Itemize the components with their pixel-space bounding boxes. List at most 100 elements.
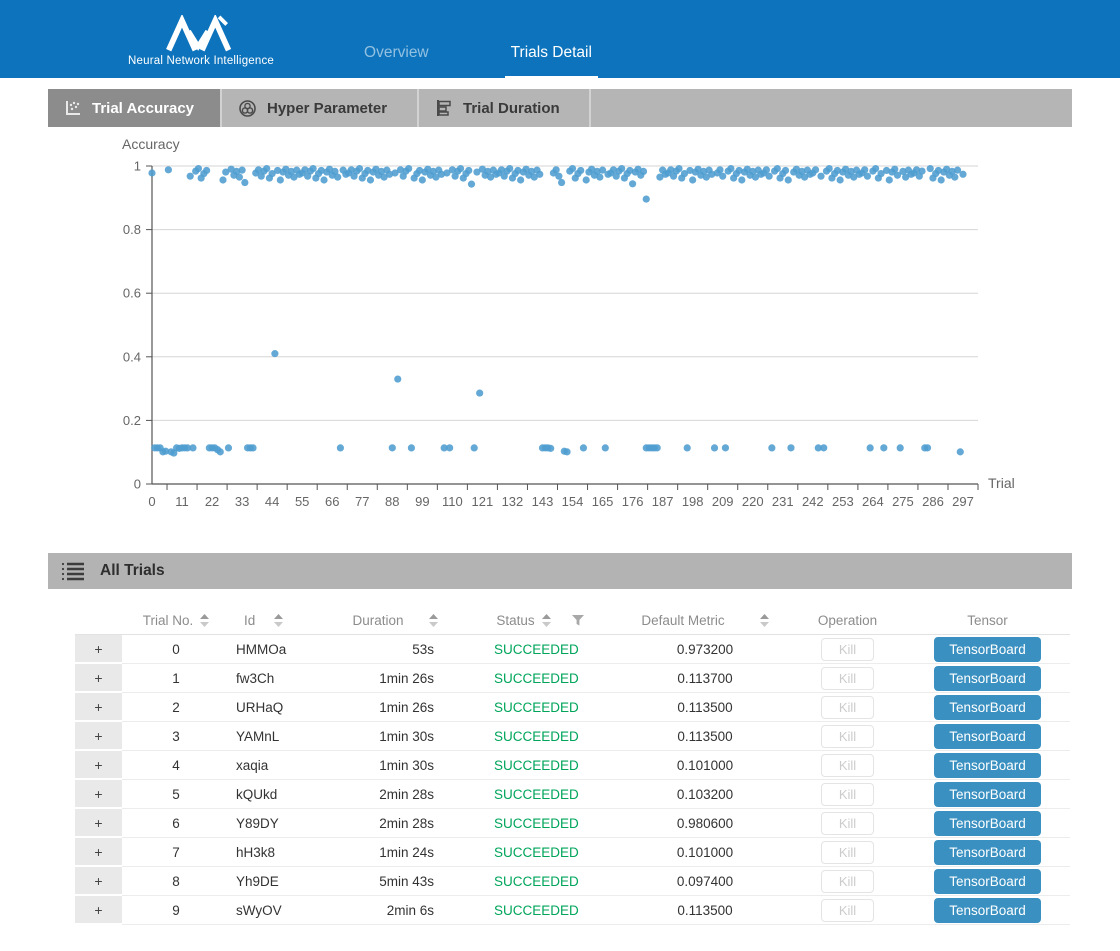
trial-no-cell: 6: [122, 809, 230, 838]
sort-icon[interactable]: [542, 614, 551, 627]
tab-trial-duration[interactable]: Trial Duration: [419, 89, 591, 127]
svg-text:88: 88: [385, 494, 399, 509]
svg-text:Accuracy: Accuracy: [122, 136, 180, 152]
tab-trial-accuracy-label: Trial Accuracy: [92, 100, 194, 117]
tensorboard-button[interactable]: TensorBoard: [934, 782, 1041, 807]
kill-button[interactable]: Kill: [821, 783, 874, 806]
expand-row-button[interactable]: +: [75, 838, 122, 865]
expand-row-button[interactable]: +: [75, 780, 122, 807]
col-duration: Duration: [330, 613, 460, 628]
tensor-cell: TensorBoard: [905, 867, 1070, 896]
col-status: Status: [460, 613, 620, 628]
tensorboard-button[interactable]: TensorBoard: [934, 666, 1041, 691]
default-metric-cell: 0.113700: [620, 664, 790, 693]
svg-text:55: 55: [295, 494, 309, 509]
svg-text:275: 275: [892, 494, 914, 509]
expand-row-button[interactable]: +: [75, 635, 122, 662]
kill-button[interactable]: Kill: [821, 696, 874, 719]
svg-text:253: 253: [832, 494, 854, 509]
svg-text:143: 143: [532, 494, 554, 509]
tensor-cell: TensorBoard: [905, 809, 1070, 838]
tensorboard-button[interactable]: TensorBoard: [934, 753, 1041, 778]
tensor-cell: TensorBoard: [905, 780, 1070, 809]
svg-text:121: 121: [472, 494, 494, 509]
expand-cell: +: [75, 838, 122, 867]
tensorboard-button[interactable]: TensorBoard: [934, 637, 1041, 662]
kill-button[interactable]: Kill: [821, 812, 874, 835]
filter-icon[interactable]: [572, 615, 584, 626]
svg-text:176: 176: [622, 494, 644, 509]
svg-text:264: 264: [862, 494, 884, 509]
tensor-cell: TensorBoard: [905, 664, 1070, 693]
list-icon: [60, 560, 86, 582]
kill-button[interactable]: Kill: [821, 754, 874, 777]
expand-cell: +: [75, 722, 122, 751]
default-metric-cell: 0.113500: [620, 896, 790, 925]
trial-no-cell: 0: [122, 635, 230, 664]
expand-cell: +: [75, 809, 122, 838]
table-row: + 6 Y89DY 2min 28s SUCCEEDED 0.980600 Ki…: [75, 809, 1070, 838]
sort-icon[interactable]: [274, 614, 283, 627]
svg-text:66: 66: [325, 494, 339, 509]
expand-row-button[interactable]: +: [75, 751, 122, 778]
svg-text:187: 187: [652, 494, 674, 509]
svg-text:220: 220: [742, 494, 764, 509]
tensorboard-button[interactable]: TensorBoard: [934, 898, 1041, 923]
trial-id-cell: xaqia: [230, 751, 330, 780]
trial-no-cell: 3: [122, 722, 230, 751]
default-metric-cell: 0.113500: [620, 693, 790, 722]
trial-accuracy-chart: 00.20.40.60.8101122334455667788991101211…: [48, 129, 1072, 537]
table-row: + 5 kQUkd 2min 28s SUCCEEDED 0.103200 Ki…: [75, 780, 1070, 809]
sort-icon[interactable]: [200, 614, 209, 627]
trials-table-body: + 0 HMMOa 53s SUCCEEDED 0.973200 Kill Te…: [75, 635, 1070, 925]
svg-text:0: 0: [134, 477, 141, 492]
tab-hyper-parameter[interactable]: Hyper Parameter: [222, 89, 419, 127]
svg-text:0: 0: [148, 494, 155, 509]
expand-row-button[interactable]: +: [75, 867, 122, 894]
table-row: + 1 fw3Ch 1min 26s SUCCEEDED 0.113700 Ki…: [75, 664, 1070, 693]
status-badge: SUCCEEDED: [460, 838, 620, 867]
duration-cell: 2min 6s: [330, 896, 460, 925]
sort-icon[interactable]: [429, 614, 438, 627]
tensorboard-button[interactable]: TensorBoard: [934, 724, 1041, 749]
kill-button[interactable]: Kill: [821, 725, 874, 748]
expand-row-button[interactable]: +: [75, 896, 122, 923]
svg-text:0.6: 0.6: [123, 286, 141, 301]
svg-text:110: 110: [442, 494, 463, 509]
expand-row-button[interactable]: +: [75, 722, 122, 749]
kill-button[interactable]: Kill: [821, 841, 874, 864]
expand-row-button[interactable]: +: [75, 809, 122, 836]
tensorboard-button[interactable]: TensorBoard: [934, 840, 1041, 865]
status-badge: SUCCEEDED: [460, 809, 620, 838]
kill-button[interactable]: Kill: [821, 667, 874, 690]
status-badge: SUCCEEDED: [460, 635, 620, 664]
trials-table: Trial No. Id Duration Status Default Met…: [75, 607, 1070, 925]
nav-trials-detail[interactable]: Trials Detail: [505, 44, 598, 78]
expand-row-button[interactable]: +: [75, 693, 122, 720]
table-row: + 9 sWyOV 2min 6s SUCCEEDED 0.113500 Kil…: [75, 896, 1070, 925]
trial-id-cell: YAMnL: [230, 722, 330, 751]
kill-button[interactable]: Kill: [821, 638, 874, 661]
tensorboard-button[interactable]: TensorBoard: [934, 869, 1041, 894]
tensorboard-button[interactable]: TensorBoard: [934, 695, 1041, 720]
operation-cell: Kill: [790, 896, 905, 925]
nav-overview[interactable]: Overview: [364, 44, 429, 78]
expand-cell: +: [75, 693, 122, 722]
kill-button[interactable]: Kill: [821, 899, 874, 922]
all-trials-header: All Trials: [48, 553, 1072, 589]
status-badge: SUCCEEDED: [460, 896, 620, 925]
kill-button[interactable]: Kill: [821, 870, 874, 893]
default-metric-cell: 0.101000: [620, 838, 790, 867]
hyper-parameter-icon: [238, 99, 257, 118]
tensorboard-button[interactable]: TensorBoard: [934, 811, 1041, 836]
operation-cell: Kill: [790, 751, 905, 780]
trial-id-cell: Yh9DE: [230, 867, 330, 896]
trial-id-cell: fw3Ch: [230, 664, 330, 693]
status-badge: SUCCEEDED: [460, 693, 620, 722]
nni-trials-detail-page: Neural Network Intelligence Overview Tri…: [0, 0, 1120, 951]
expand-row-button[interactable]: +: [75, 664, 122, 691]
status-badge: SUCCEEDED: [460, 867, 620, 896]
sort-icon[interactable]: [760, 614, 769, 627]
svg-text:242: 242: [802, 494, 824, 509]
tab-trial-accuracy[interactable]: Trial Accuracy: [48, 89, 222, 127]
